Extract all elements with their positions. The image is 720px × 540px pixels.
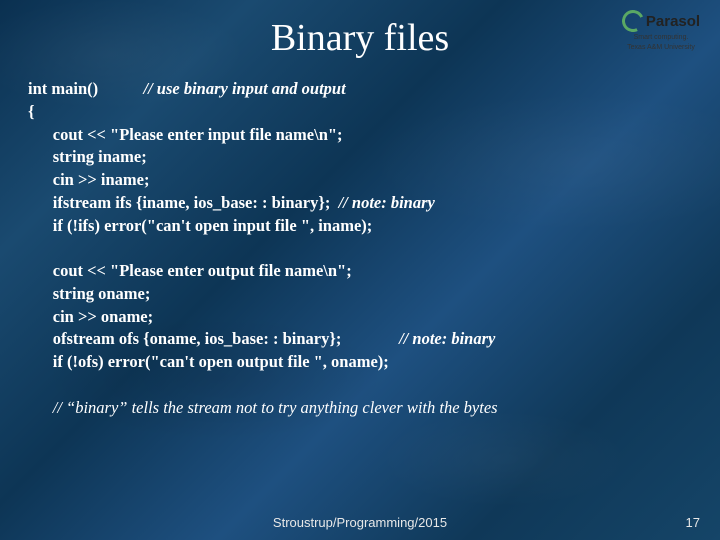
logo-tagline-1: Smart computing. [616,34,706,42]
code-line-2: { [28,102,35,121]
code-line-1b: // use binary input and output [144,79,346,98]
code-line-9: string oname; [53,284,151,303]
code-line-7: if (!ifs) error("can't open input file "… [53,216,373,235]
code-line-6a: ifstream ifs {iname, ios_base: : binary}… [53,193,331,212]
logo-mark: Parasol [616,10,706,32]
logo-tagline-2: Texas A&M University [616,44,706,52]
code-line-4: string iname; [53,147,147,166]
parasol-logo: Parasol Smart computing. Texas A&M Unive… [616,10,706,51]
code-line-13: // “binary” tells the stream not to try … [53,398,498,417]
code-line-10: cin >> oname; [53,307,153,326]
slide: Parasol Smart computing. Texas A&M Unive… [0,0,720,540]
page-number: 17 [686,515,700,530]
code-line-11b: // note: binary [399,329,495,348]
code-line-6b: // note: binary [339,193,435,212]
code-line-8: cout << "Please enter output file name\n… [53,261,352,280]
code-line-12: if (!ofs) error("can't open output file … [53,352,389,371]
code-line-5: cin >> iname; [53,170,150,189]
slide-title: Binary files [28,16,692,60]
code-line-1a: int main() [28,79,98,98]
code-block: int main() // use binary input and outpu… [28,78,692,419]
logo-brand: Parasol [646,13,700,30]
footer-text: Stroustrup/Programming/2015 [0,515,720,530]
swirl-icon [619,7,647,35]
code-line-11a: ofstream ofs {oname, ios_base: : binary}… [53,329,342,348]
code-line-3: cout << "Please enter input file name\n"… [53,125,343,144]
